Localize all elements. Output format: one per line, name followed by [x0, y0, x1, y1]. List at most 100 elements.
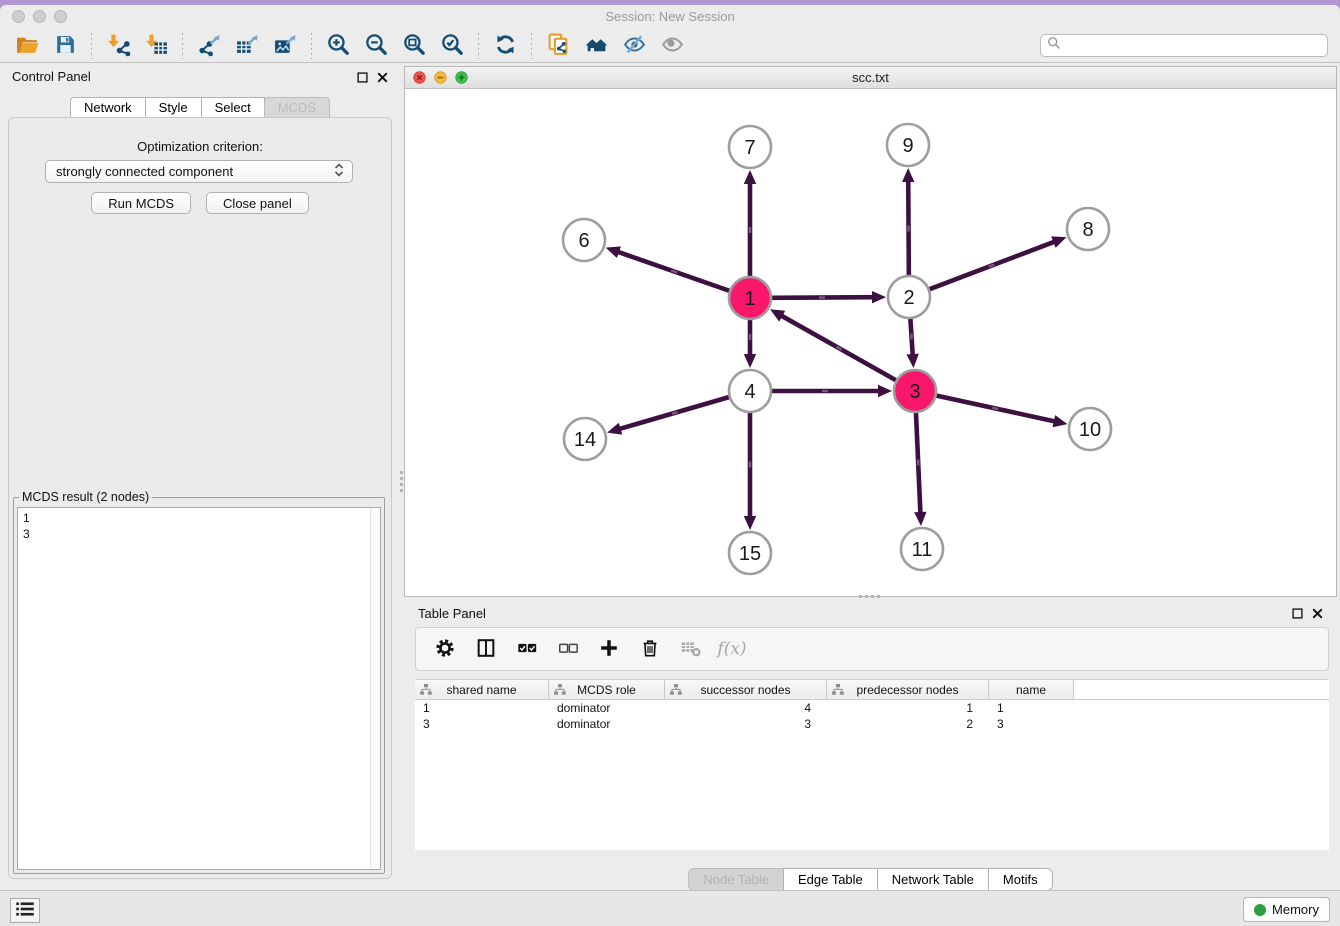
- horizontal-splitter-handle[interactable]: [856, 594, 882, 599]
- graph-edge-4-14[interactable]: [607, 397, 729, 434]
- graph-edge-2-9[interactable]: [902, 168, 914, 275]
- main-titlebar: Session: New Session: [0, 5, 1340, 29]
- zoom-selected-button[interactable]: [433, 31, 471, 61]
- zoom-fit-button[interactable]: [395, 31, 433, 61]
- table-cell[interactable]: 1: [989, 700, 1074, 716]
- copy-network-button[interactable]: [539, 31, 577, 61]
- deselect-all-button[interactable]: [555, 636, 581, 662]
- vertical-splitter-handle[interactable]: [399, 467, 404, 495]
- search-box[interactable]: [1040, 34, 1328, 57]
- tab-edge-table[interactable]: Edge Table: [783, 868, 878, 891]
- tab-style[interactable]: Style: [145, 97, 202, 118]
- table-row[interactable]: 1dominator411: [415, 700, 1329, 716]
- table-cell[interactable]: 1: [415, 700, 549, 716]
- table-cell[interactable]: 1: [827, 700, 989, 716]
- column-type-icon: [670, 684, 682, 698]
- tab-network-table[interactable]: Network Table: [877, 868, 989, 891]
- task-history-button[interactable]: [10, 898, 40, 923]
- table-toolbar: f(x): [415, 627, 1329, 671]
- tab-mcds[interactable]: MCDS: [264, 97, 330, 118]
- zoom-in-button[interactable]: [319, 31, 357, 61]
- import-table-icon: [144, 32, 169, 60]
- column-header-predecessor-nodes[interactable]: predecessor nodes: [827, 680, 989, 699]
- import-table-button[interactable]: [137, 31, 175, 61]
- table-row[interactable]: 3dominator323: [415, 716, 1329, 732]
- refresh-button[interactable]: [486, 31, 524, 61]
- open-folder-button[interactable]: [8, 31, 46, 61]
- add-column-button[interactable]: [596, 636, 622, 662]
- select-all-button[interactable]: [514, 636, 540, 662]
- graph-node-3[interactable]: 3: [894, 370, 936, 412]
- save-button[interactable]: [46, 31, 84, 61]
- memory-button[interactable]: Memory: [1243, 897, 1330, 922]
- result-scrollbar[interactable]: [370, 508, 380, 869]
- list-icon: [16, 902, 34, 919]
- table-cell[interactable]: 4: [665, 700, 827, 716]
- table-cell[interactable]: 2: [827, 716, 989, 732]
- deselect-all-icon: [557, 637, 579, 662]
- table-cell[interactable]: 3: [665, 716, 827, 732]
- column-header-name[interactable]: name: [989, 680, 1074, 699]
- graph-node-7[interactable]: 7: [729, 126, 771, 168]
- mcds-result-fieldset: MCDS result (2 nodes) 1 3: [13, 490, 385, 874]
- column-label: shared name: [446, 683, 516, 697]
- graph-node-9[interactable]: 9: [887, 124, 929, 166]
- table-cell[interactable]: 3: [415, 716, 549, 732]
- tab-select[interactable]: Select: [201, 97, 265, 118]
- float-panel-icon[interactable]: [357, 70, 368, 88]
- vizmap-button[interactable]: [615, 31, 653, 61]
- table-cell[interactable]: dominator: [549, 700, 665, 716]
- graph-edge-4-15[interactable]: [744, 413, 756, 530]
- export-table-button[interactable]: [228, 31, 266, 61]
- column-header-shared-name[interactable]: shared name: [415, 680, 549, 699]
- column-header-successor-nodes[interactable]: successor nodes: [665, 680, 827, 699]
- graph-node-2[interactable]: 2: [888, 276, 930, 318]
- graph-edge-1-4[interactable]: [744, 320, 756, 368]
- gear-button[interactable]: [432, 636, 458, 662]
- hide-button[interactable]: [653, 31, 691, 61]
- export-image-button[interactable]: [266, 31, 304, 61]
- tab-motifs[interactable]: Motifs: [988, 868, 1053, 891]
- table-close-panel-icon[interactable]: [1312, 606, 1323, 624]
- graph-edge-4-3[interactable]: [772, 385, 892, 397]
- graph-edge-1-7[interactable]: [744, 170, 756, 276]
- delete-column-button[interactable]: [637, 636, 663, 662]
- criterion-dropdown[interactable]: strongly connected component: [45, 160, 353, 183]
- table-body: 1dominator4113dominator323: [415, 700, 1329, 732]
- tab-network[interactable]: Network: [70, 97, 146, 118]
- column-header-mcds-role[interactable]: MCDS role: [549, 680, 665, 699]
- graph-node-11[interactable]: 11: [901, 528, 943, 570]
- tab-node-table[interactable]: Node Table: [688, 868, 784, 891]
- table-cell[interactable]: dominator: [549, 716, 665, 732]
- zoom-out-button[interactable]: [357, 31, 395, 61]
- close-panel-icon[interactable]: [377, 70, 388, 88]
- search-input[interactable]: [1065, 35, 1327, 56]
- status-bar: Memory: [0, 890, 1340, 926]
- import-network-button[interactable]: [99, 31, 137, 61]
- graph-node-10[interactable]: 10: [1069, 408, 1111, 450]
- graph-edge-1-2[interactable]: [772, 291, 886, 303]
- graph-edge-3-10[interactable]: [936, 396, 1067, 428]
- graph-edge-2-3[interactable]: [906, 319, 918, 368]
- graph-edge-1-6[interactable]: [606, 246, 730, 290]
- run-mcds-button[interactable]: Run MCDS: [91, 192, 191, 214]
- graph-edge-3-11[interactable]: [914, 413, 926, 526]
- network-canvas[interactable]: 7 9 6 8 1 2 4 3 14 10 15 11: [405, 89, 1336, 596]
- table-cell[interactable]: 3: [989, 716, 1074, 732]
- column-panes-button[interactable]: [473, 636, 499, 662]
- export-network-button[interactable]: [190, 31, 228, 61]
- graph-node-4[interactable]: 4: [729, 370, 771, 412]
- graph-node-8[interactable]: 8: [1067, 208, 1109, 250]
- graph-node-1[interactable]: 1: [729, 277, 771, 319]
- graph-node-15[interactable]: 15: [729, 532, 771, 574]
- network-titlebar[interactable]: scc.txt: [405, 67, 1336, 89]
- column-type-icon: [554, 684, 566, 698]
- graph-node-6[interactable]: 6: [563, 219, 605, 261]
- table-float-panel-icon[interactable]: [1292, 606, 1303, 624]
- graph-node-14[interactable]: 14: [564, 418, 606, 460]
- close-panel-button[interactable]: Close panel: [206, 192, 309, 214]
- graph-edge-3-1[interactable]: [770, 309, 896, 380]
- home-button[interactable]: [577, 31, 615, 61]
- graph-edge-2-8[interactable]: [930, 236, 1067, 289]
- mcds-result-area[interactable]: 1 3: [17, 507, 381, 870]
